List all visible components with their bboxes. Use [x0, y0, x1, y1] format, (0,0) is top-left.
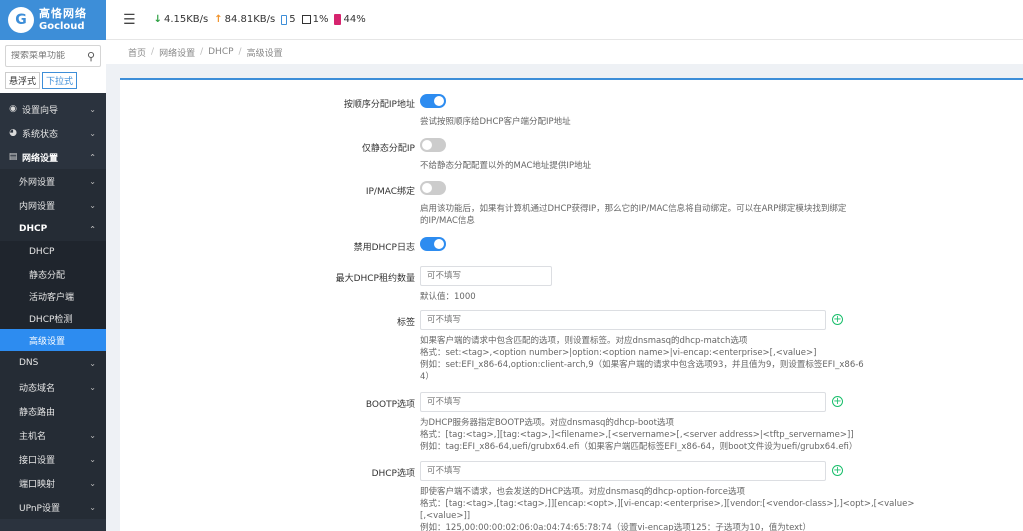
add-bootp-icon[interactable]: +: [832, 396, 843, 407]
chevron-up-icon: ⌃: [89, 224, 96, 234]
sidebar-item-static-route[interactable]: 静态路由: [0, 399, 106, 423]
sidebar-item-upnp[interactable]: UPnP设置 ⌄: [0, 495, 106, 519]
gocloud-logo-icon: G: [8, 7, 34, 33]
bootp-help-line1: 为DHCP服务器指定BOOTP选项。对应dnsmasq的dhcp-boot选项: [420, 418, 674, 428]
dhcp-option-help-line3: [,<value>]]: [420, 511, 471, 521]
sidebar-menu: ◉ 设置向导 ⌄ ◕ 系统状态 ⌄ ▤ 网络设置 ⌃ 外网设置 ⌄ 内网设置 ⌄ DHCP ⌃ D…: [0, 97, 106, 519]
mode-dropdown-button[interactable]: 下拉式: [42, 72, 78, 89]
mode-float-button[interactable]: 悬浮式: [5, 72, 41, 89]
arrow-down-icon: ↓: [153, 14, 162, 25]
chevron-down-icon: ⌄: [89, 104, 96, 114]
sidebar-item-port-map[interactable]: 端口映射 ⌄: [0, 471, 106, 495]
chevron-down-icon: ⌄: [89, 382, 96, 392]
tag-help-line2: 格式：set:<tag>,<option number>|option:<opt…: [420, 348, 817, 358]
ipmac-help-line1: 启用该功能后，如果有计算机通过DHCP获得IP，那么它的IP/MAC信息将自动绑…: [420, 204, 847, 214]
breadcrumb: 首页 / 网络设置 / DHCP / 高级设置: [106, 40, 1023, 64]
ipmac-label: IP/MAC绑定: [365, 187, 415, 197]
static-only-help: 不给静态分配配置以外的MAC地址提供IP地址: [420, 161, 592, 171]
arrow-up-icon: ↑: [214, 14, 223, 25]
sequential-help: 尝试按照顺序给DHCP客户端分配IP地址: [420, 117, 571, 127]
sidebar-item-ddns[interactable]: 动态域名 ⌄: [0, 375, 106, 399]
sidebar-item-dns[interactable]: DNS ⌄: [0, 351, 106, 375]
sidebar: G 高恪网络 Gocloud ⚲ 悬浮式 下拉式 ◉设置向导⌄ ◕系统状态⌄ ▤…: [0, 0, 106, 531]
tag-help-line3: 例如：set:EFI_x86-64,option:client-arch,9（如…: [420, 360, 864, 370]
sidebar-item-advanced[interactable]: 高级设置: [0, 329, 106, 351]
phone-icon: [281, 14, 288, 25]
download-speed: ↓ 4.15KB/s: [153, 14, 209, 25]
chevron-down-icon: ⌄: [89, 478, 96, 488]
chevron-down-icon: ⌄: [89, 176, 96, 186]
sidebar-item-active-clients[interactable]: 活动客户端: [0, 285, 106, 307]
sidebar-item-wizard[interactable]: ◉ 设置向导 ⌄: [0, 97, 106, 121]
ipmac-help-line2: 的IP/MAC信息: [420, 216, 475, 226]
cpu-icon: [301, 15, 311, 24]
max-leases-input[interactable]: [420, 266, 552, 286]
compass-icon: ◉: [9, 104, 17, 114]
sidebar-item-network[interactable]: ▤ 网络设置 ⌃: [0, 145, 106, 169]
sidebar-item-hostname[interactable]: 主机名 ⌄: [0, 423, 106, 447]
bootp-label: BOOTP选项: [365, 400, 415, 410]
bootp-help-line2: 格式：[tag:<tag>,][tag:<tag>,]<filename>,[<…: [420, 430, 854, 440]
sidebar-item-lan[interactable]: 内网设置 ⌄: [0, 193, 106, 217]
client-count[interactable]: 5: [281, 14, 296, 25]
log-label: 禁用DHCP日志: [353, 243, 415, 253]
breadcrumb-home[interactable]: 首页: [128, 46, 146, 59]
sidebar-item-dhcp-detect[interactable]: DHCP检测: [0, 307, 106, 329]
chevron-down-icon: ⌄: [89, 454, 96, 464]
max-leases-label: 最大DHCP租约数量: [335, 274, 415, 284]
tag-input[interactable]: [420, 310, 826, 330]
chevron-up-icon: ⌃: [89, 152, 96, 162]
add-dhcp-option-icon[interactable]: +: [832, 465, 843, 476]
memory-icon: [334, 14, 342, 25]
static-only-toggle[interactable]: [420, 138, 446, 152]
menu-search: ⚲: [5, 45, 101, 67]
brand-logo[interactable]: G 高恪网络 Gocloud: [0, 0, 106, 40]
dhcp-option-help-line4: 例如：125,00:00:00:02:06:0a:04:74:65:78:74（…: [420, 523, 812, 531]
sidebar-item-static-alloc[interactable]: 静态分配: [0, 263, 106, 285]
sequential-toggle[interactable]: [420, 94, 446, 108]
sidebar-item-status[interactable]: ◕ 系统状态 ⌄: [0, 121, 106, 145]
breadcrumb-dhcp[interactable]: DHCP: [208, 47, 233, 57]
chevron-down-icon: ⌄: [89, 200, 96, 210]
menu-search-input[interactable]: [11, 51, 81, 61]
sequential-label: 按顺序分配IP地址: [343, 100, 415, 110]
brand-name-cn: 高恪网络: [39, 7, 87, 20]
dhcp-option-input[interactable]: [420, 461, 826, 481]
static-only-label: 仅静态分配IP: [361, 144, 415, 154]
bootp-input[interactable]: [420, 392, 826, 412]
sidebar-item-dhcp-main[interactable]: DHCP: [0, 241, 106, 263]
upload-speed: ↑ 84.81KB/s: [214, 14, 276, 25]
cpu-usage: 1%: [301, 14, 328, 25]
add-tag-icon[interactable]: +: [832, 314, 843, 325]
top-bar: ☰ ↓ 4.15KB/s ↑ 84.81KB/s 5 1% 44%: [106, 0, 1023, 40]
chevron-down-icon: ⌄: [89, 502, 96, 512]
brand-name-en: Gocloud: [39, 21, 85, 32]
chevron-down-icon: ⌄: [89, 358, 96, 368]
memory-usage: 44%: [334, 14, 366, 25]
chevron-down-icon: ⌄: [89, 128, 96, 138]
gauge-icon: ◕: [9, 128, 17, 138]
tag-help-line4: 4）: [420, 372, 434, 382]
disable-log-toggle[interactable]: [420, 237, 446, 251]
ipmac-toggle[interactable]: [420, 181, 446, 195]
dhcp-option-label: DHCP选项: [371, 469, 415, 479]
breadcrumb-network[interactable]: 网络设置: [159, 46, 195, 59]
max-leases-help: 默认值：1000: [420, 292, 476, 302]
dhcp-option-help-line2: 格式：[tag:<tag>,[tag:<tag>,]][encap:<opt>,…: [420, 499, 915, 509]
settings-panel: 按顺序分配IP地址 尝试按照顺序给DHCP客户端分配IP地址 仅静态分配IP 不…: [120, 78, 1023, 531]
search-icon[interactable]: ⚲: [87, 50, 95, 63]
sidebar-item-interface[interactable]: 接口设置 ⌄: [0, 447, 106, 471]
chevron-down-icon: ⌄: [89, 430, 96, 440]
menu-toggle-icon[interactable]: ☰: [123, 12, 136, 28]
bootp-help-line3: 例如：tag:EFI_x86-64,uefi/grubx64.efi（如果客户端…: [420, 442, 858, 452]
tag-label: 标签: [396, 318, 415, 328]
breadcrumb-current: 高级设置: [246, 48, 283, 59]
tag-help-line1: 如果客户端的请求中包含匹配的选项，则设置标签。对应dnsmasq的dhcp-ma…: [420, 336, 748, 346]
dhcp-option-help-line1: 即使客户端不请求，也会发送的DHCP选项。对应dnsmasq的dhcp-opti…: [420, 487, 745, 497]
sidebar-item-wan[interactable]: 外网设置 ⌄: [0, 169, 106, 193]
sidebar-item-dhcp[interactable]: DHCP ⌃: [0, 217, 106, 241]
monitor-icon: ▤: [8, 152, 18, 162]
